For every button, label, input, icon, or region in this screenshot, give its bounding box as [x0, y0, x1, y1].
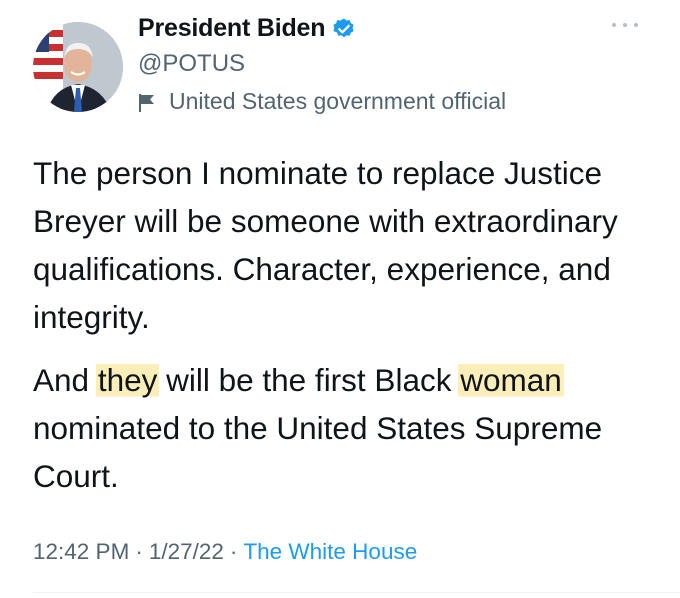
verified-badge-icon [332, 17, 356, 41]
text-segment: And [33, 362, 98, 398]
divider [33, 592, 680, 593]
handle[interactable]: @POTUS [138, 50, 245, 78]
flag-icon [138, 92, 156, 112]
display-name-row[interactable]: President Biden [138, 14, 356, 43]
tweet-date[interactable]: 1/27/22 [149, 539, 224, 565]
highlighted-word-woman: woman [458, 362, 564, 398]
avatar-image [33, 22, 123, 112]
government-label-text: United States government official [169, 88, 507, 114]
government-label[interactable]: United States government official [138, 88, 506, 115]
separator: · [135, 539, 143, 564]
tweet-source-link[interactable]: The White House [243, 539, 417, 565]
tweet-card: President Biden @POTUS United States gov… [0, 0, 680, 598]
avatar[interactable] [33, 22, 123, 112]
separator: · [229, 539, 238, 564]
display-name[interactable]: President Biden [138, 14, 326, 43]
text-segment: nominated to the United States Supreme C… [33, 410, 603, 494]
tweet-time[interactable]: 12:42 PM [33, 539, 129, 565]
text-segment: will be the first Black [157, 362, 461, 398]
tweet-metadata: 12:42 PM · 1/27/22 · The White House [33, 539, 417, 565]
tweet-text-paragraph-1: The person I nominate to replace Justice… [33, 155, 618, 335]
more-options-icon[interactable] [612, 20, 638, 30]
highlighted-word-they: they [95, 362, 160, 398]
tweet-text-paragraph-2: And they will be the first Black woman n… [33, 356, 663, 500]
